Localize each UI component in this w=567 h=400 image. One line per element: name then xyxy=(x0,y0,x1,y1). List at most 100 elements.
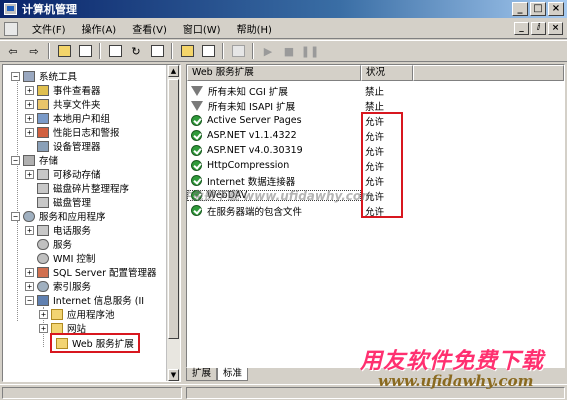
list-header: Web 服务扩展 状况 xyxy=(187,65,564,81)
expand-icon[interactable]: + xyxy=(39,323,48,333)
tree-item-app-pools[interactable]: + 应用程序池 xyxy=(39,307,115,321)
minimize-button[interactable]: _ xyxy=(512,2,528,16)
tree-item-label: 磁盘管理 xyxy=(53,198,92,209)
extension-name: 所有未知 ISAPI 扩展 xyxy=(208,101,296,113)
scroll-up-icon[interactable]: ▲ xyxy=(168,65,179,77)
computer-icon[interactable] xyxy=(229,43,247,60)
collapse-icon[interactable]: − xyxy=(11,71,20,81)
menu-action[interactable]: 操作(A) xyxy=(74,21,125,36)
child-minimize-button[interactable]: _ xyxy=(514,22,529,35)
system-menu-icon[interactable] xyxy=(4,21,18,36)
tree-item-shared-folders[interactable]: + 共享文件夹 xyxy=(25,97,101,111)
window-controls: _ □ × xyxy=(512,2,564,16)
tree-item-label: 性能日志和警报 xyxy=(53,128,120,139)
tree-item-disk-management[interactable]: 磁盘管理 xyxy=(25,195,91,209)
users-icon xyxy=(37,112,49,124)
tree-scrollbar[interactable]: ▲ ▼ xyxy=(166,65,180,381)
expand-icon[interactable]: + xyxy=(25,225,34,235)
list-item[interactable]: 所有未知 CGI 扩展 禁止 xyxy=(187,83,564,98)
menu-view[interactable]: 查看(V) xyxy=(124,21,175,36)
tree-item-iis[interactable]: − Internet 信息服务 (II xyxy=(25,293,144,307)
expand-icon[interactable]: + xyxy=(25,99,34,109)
show-tree-icon[interactable] xyxy=(76,43,94,60)
allowed-extension-icon xyxy=(191,160,202,171)
refresh-icon[interactable]: ↻ xyxy=(127,43,145,60)
tree-item-label: 设备管理器 xyxy=(53,142,101,153)
toolbar-separator xyxy=(171,43,173,59)
tree-item-label: 存储 xyxy=(39,156,59,167)
tree-item-services-apps[interactable]: − 服务和应用程序 xyxy=(11,209,106,223)
tree-item-web-service-extensions[interactable]: Web 服务扩展 xyxy=(50,333,140,353)
tree-item-indexing[interactable]: + 索引服务 xyxy=(25,279,91,293)
collapse-icon[interactable]: − xyxy=(25,295,34,305)
extension-status: 禁止 xyxy=(365,86,385,98)
tree-item-wmi[interactable]: WMI 控制 xyxy=(25,251,95,265)
up-folder-icon[interactable] xyxy=(55,43,73,60)
tree-item-local-users[interactable]: + 本地用户和组 xyxy=(25,111,110,125)
forward-icon[interactable]: ⇨ xyxy=(25,43,43,60)
performance-icon xyxy=(37,126,49,138)
tree-item-services[interactable]: 服务 xyxy=(25,237,72,251)
tab-extended[interactable]: 扩展 xyxy=(186,368,218,381)
toolbar-separator xyxy=(252,43,254,59)
scroll-thumb[interactable] xyxy=(168,79,179,339)
child-close-button[interactable]: × xyxy=(548,22,563,35)
tree-item-device-manager[interactable]: 设备管理器 xyxy=(25,139,101,153)
extension-name: 所有未知 CGI 扩展 xyxy=(208,86,288,98)
console-tree[interactable]: − 系统工具 + 事件查看器 + 共享文件夹 + 本地用户和组 + 性能日志和警… xyxy=(2,64,181,382)
collapse-icon[interactable]: − xyxy=(11,155,20,165)
tree-item-label: 服务 xyxy=(53,240,73,251)
tree-item-websites[interactable]: + 网站 xyxy=(39,321,86,335)
expand-icon[interactable]: + xyxy=(25,281,34,291)
extension-list[interactable]: Web 服务扩展 状况 所有未知 CGI 扩展 禁止 所有未知 ISAPI 扩展… xyxy=(186,64,565,368)
tree-item-system-tools[interactable]: − 系统工具 xyxy=(11,69,77,83)
expand-icon[interactable]: + xyxy=(25,169,34,179)
tree-item-storage[interactable]: − 存储 xyxy=(11,153,58,167)
menu-window[interactable]: 窗口(W) xyxy=(175,21,229,36)
tree-item-label: SQL Server 配置管理器 xyxy=(53,268,157,279)
tree-item-label: WMI 控制 xyxy=(53,254,96,265)
tab-standard[interactable]: 标准 xyxy=(217,368,249,381)
toolbar: ⇦ ⇨ ↻ ▶ ■ ❚❚ xyxy=(0,40,567,62)
tree-item-event-viewer[interactable]: + 事件查看器 xyxy=(25,83,101,97)
child-restore-button[interactable]: ⅈ xyxy=(531,22,546,35)
pause-icon[interactable]: ❚❚ xyxy=(301,43,319,60)
expand-icon[interactable]: + xyxy=(25,85,34,95)
expand-icon[interactable]: + xyxy=(39,309,48,319)
window-title: 计算机管理 xyxy=(22,3,77,16)
tree-item-defrag[interactable]: 磁盘碎片整理程序 xyxy=(25,181,129,195)
properties-icon[interactable] xyxy=(106,43,124,60)
expand-icon[interactable]: + xyxy=(25,127,34,137)
connect-icon[interactable] xyxy=(199,43,217,60)
maximize-button[interactable]: □ xyxy=(530,2,546,16)
close-button[interactable]: × xyxy=(548,2,564,16)
back-icon[interactable]: ⇦ xyxy=(4,43,22,60)
scroll-down-icon[interactable]: ▼ xyxy=(168,369,179,381)
tree-item-removable-storage[interactable]: + 可移动存储 xyxy=(25,167,101,181)
help-icon[interactable] xyxy=(178,43,196,60)
menu-help[interactable]: 帮助(H) xyxy=(229,21,280,36)
disk-management-icon xyxy=(37,196,49,208)
list-item[interactable]: 所有未知 ISAPI 扩展 禁止 xyxy=(187,98,564,113)
allowed-extension-icon xyxy=(191,205,202,216)
play-icon[interactable]: ▶ xyxy=(259,43,277,60)
tree-item-sql-server[interactable]: + SQL Server 配置管理器 xyxy=(25,265,157,279)
column-header-status[interactable]: 状况 xyxy=(361,65,413,81)
tree-item-label: Internet 信息服务 (II xyxy=(53,296,145,307)
export-icon[interactable] xyxy=(148,43,166,60)
promo-url: www.ufidawhy.com xyxy=(378,372,534,390)
tree-item-telephony[interactable]: + 电话服务 xyxy=(25,223,91,237)
expand-icon[interactable]: + xyxy=(25,267,34,277)
title-bar: 计算机管理 _ □ × xyxy=(0,0,567,18)
services-icon xyxy=(37,238,49,250)
column-header-name[interactable]: Web 服务扩展 xyxy=(187,65,361,81)
tree-item-label: 事件查看器 xyxy=(53,86,101,97)
menu-file[interactable]: 文件(F) xyxy=(24,21,74,36)
extension-name: Active Server Pages xyxy=(207,115,302,126)
expand-icon[interactable]: + xyxy=(25,113,34,123)
collapse-icon[interactable]: − xyxy=(11,211,20,221)
stop-icon[interactable]: ■ xyxy=(280,43,298,60)
tree-item-performance-logs[interactable]: + 性能日志和警报 xyxy=(25,125,120,139)
computer-management-icon xyxy=(4,3,17,15)
tree-item-label: 可移动存储 xyxy=(53,170,101,181)
